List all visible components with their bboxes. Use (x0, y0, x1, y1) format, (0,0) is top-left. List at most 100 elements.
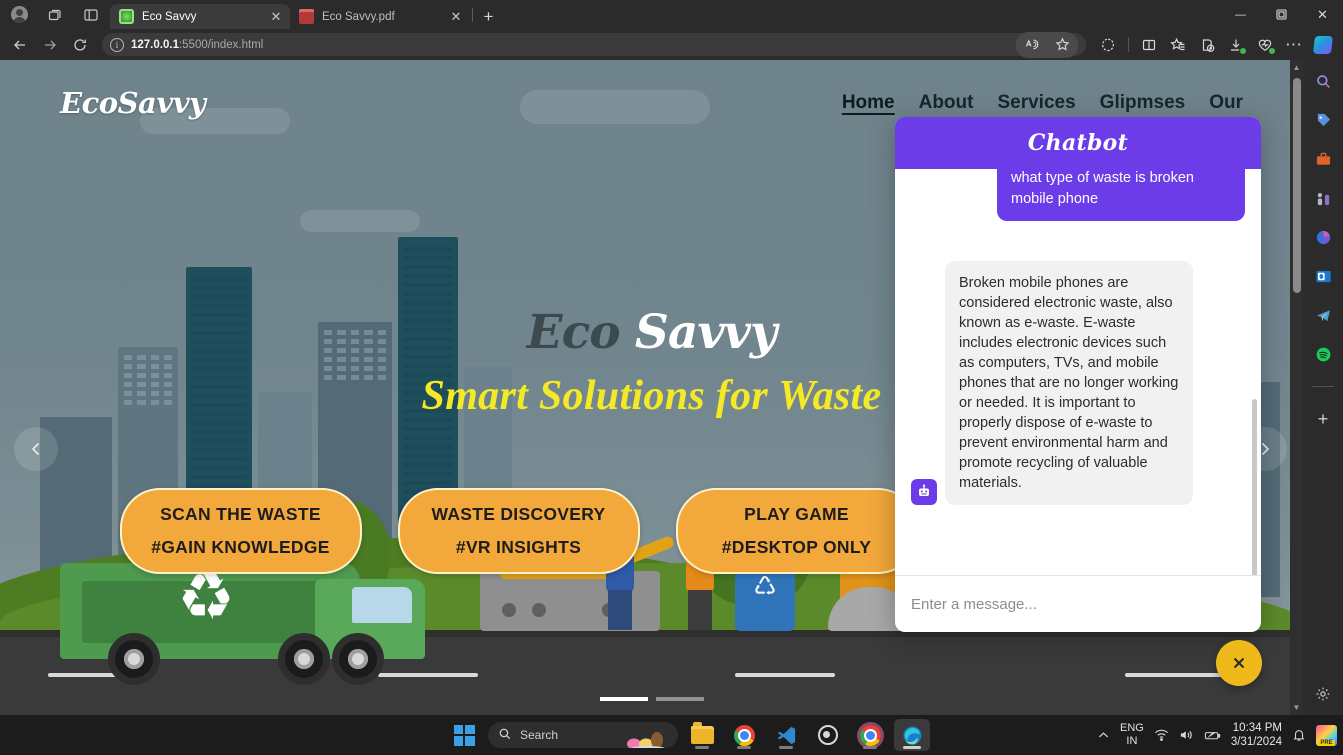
chatbot-title: Chatbot (1027, 130, 1129, 156)
language-secondary: IN (1126, 735, 1138, 747)
taskbar-app-google-chrome[interactable] (726, 719, 762, 751)
tools-briefcase-icon[interactable] (1312, 148, 1334, 170)
copilot-icon[interactable] (1309, 32, 1337, 58)
workspaces-icon[interactable] (40, 2, 70, 28)
read-aloud-icon[interactable] (1017, 32, 1047, 58)
minimize-button[interactable]: — (1220, 0, 1261, 29)
chevron-up-icon[interactable] (1097, 729, 1110, 742)
clock-time: 10:34 PM (1232, 722, 1282, 734)
collections-icon[interactable] (1193, 32, 1221, 58)
browser-tab[interactable]: Eco Savvy ✕ (110, 4, 290, 29)
scroll-up-arrow[interactable]: ▲ (1290, 60, 1303, 75)
close-window-button[interactable]: ✕ (1302, 0, 1343, 29)
tab-actions-icon[interactable] (76, 2, 106, 28)
forward-icon[interactable] (36, 32, 64, 58)
back-icon[interactable] (6, 32, 34, 58)
downloads-icon[interactable] (1222, 32, 1250, 58)
language-indicator[interactable]: ENG IN (1120, 722, 1144, 748)
site-info-icon[interactable]: i (110, 37, 124, 52)
profile-avatar-icon[interactable] (4, 2, 34, 28)
download-complete-badge (1239, 46, 1247, 55)
browser-tab[interactable]: Eco Savvy.pdf ✕ (290, 4, 470, 29)
taskbar-app-obs-studio[interactable] (810, 719, 846, 751)
chatbot-message-input[interactable]: Enter a message... (911, 596, 1037, 613)
search-placeholder: Search (520, 728, 559, 742)
wifi-icon[interactable] (1154, 728, 1169, 742)
battery-icon[interactable] (1204, 728, 1221, 742)
browser-toolbar: i 127.0.0.1:5500/index.html ⋯ (0, 29, 1343, 60)
pdf-file-icon (299, 9, 314, 24)
taskbar-search-box[interactable]: Search (488, 722, 678, 748)
site-logo[interactable]: EcoSavvy (60, 86, 206, 120)
maximize-button[interactable] (1261, 0, 1302, 29)
url-path: :5500/index.html (178, 38, 264, 51)
cta-subtitle: #GAIN KNOWLEDGE (151, 537, 330, 557)
titlebar-left-icons (0, 0, 110, 29)
windows-start-icon[interactable] (446, 719, 482, 751)
nav-link-glipmses[interactable]: Glipmses (1100, 92, 1186, 114)
scroll-down-arrow[interactable]: ▼ (1290, 700, 1303, 715)
clock[interactable]: 10:34 PM 3/31/2024 (1231, 721, 1282, 749)
close-icon[interactable]: ✕ (448, 9, 464, 25)
search-icon (498, 727, 512, 744)
taskbar-app-microsoft-edge[interactable] (894, 719, 930, 751)
chatbot-header: Chatbot (895, 117, 1261, 169)
pre-app-icon[interactable]: PRE (1316, 724, 1337, 746)
clock-date: 3/31/2024 (1230, 736, 1282, 748)
add-sidebar-app-icon[interactable]: + (1312, 408, 1334, 430)
chatbot-message-list[interactable]: what type of waste is broken mobile phon… (895, 169, 1261, 575)
nav-link-our[interactable]: Our (1209, 92, 1243, 114)
divider (472, 7, 473, 22)
telegram-icon[interactable] (1312, 304, 1334, 326)
nav-link-services[interactable]: Services (997, 92, 1075, 114)
shopping-tag-icon[interactable] (1312, 109, 1334, 131)
divider (1312, 386, 1334, 387)
favorite-star-icon[interactable] (1047, 32, 1077, 58)
settings-gear-icon[interactable] (1312, 683, 1334, 705)
chatbot-input-area[interactable]: Enter a message... (895, 575, 1261, 632)
volume-icon[interactable] (1179, 728, 1194, 742)
browser-titlebar: Eco Savvy ✕ Eco Savvy.pdf ✕ + — ✕ (0, 0, 1343, 29)
windows-taskbar: Search ENG IN 10:34 PM 3/31/2024 PRE (0, 715, 1343, 755)
outlook-icon[interactable] (1312, 265, 1334, 287)
spotify-icon[interactable] (1312, 343, 1334, 365)
carousel-indicator-1[interactable] (599, 697, 648, 701)
bell-icon[interactable] (1292, 728, 1306, 742)
hero-title-part1: Eco (526, 305, 621, 360)
taskbar-app-file-explorer[interactable] (684, 719, 720, 751)
nav-link-home[interactable]: Home (842, 92, 895, 114)
carousel-prev-button[interactable] (14, 427, 58, 471)
address-bar-actions (1016, 31, 1078, 58)
cta-scan-the-waste[interactable]: SCAN THE WASTE #GAIN KNOWLEDGE (119, 488, 362, 574)
url-host: 127.0.0.1 (131, 38, 179, 51)
cta-play-game[interactable]: PLAY GAME #DESKTOP ONLY (675, 488, 918, 574)
microsoft-365-icon[interactable] (1312, 226, 1334, 248)
chat-message-bot-row: Broken mobile phones are considered elec… (911, 261, 1245, 505)
address-bar[interactable]: i 127.0.0.1:5500/index.html (102, 31, 1086, 58)
nav-link-about[interactable]: About (919, 92, 974, 114)
more-options-icon[interactable]: ⋯ (1280, 32, 1308, 58)
close-icon[interactable]: ✕ (268, 9, 284, 25)
taskbar-center-group: Search (446, 719, 930, 751)
refresh-icon[interactable] (66, 32, 94, 58)
copilot-shopping-icon[interactable] (1094, 32, 1122, 58)
scrollbar-thumb[interactable] (1293, 78, 1301, 293)
recycle-icon: ♺ (753, 571, 777, 601)
new-tab-button[interactable]: + (475, 4, 502, 29)
eco-leaf-icon (119, 9, 134, 24)
taskbar-app-visual-studio-code[interactable] (768, 719, 804, 751)
page-scrollbar[interactable]: ▲ ▼ (1290, 60, 1303, 715)
split-screen-icon[interactable] (1135, 32, 1163, 58)
browser-essentials-icon[interactable] (1251, 32, 1279, 58)
chat-message-bot: Broken mobile phones are considered elec… (945, 261, 1193, 505)
chatbot-scrollbar[interactable] (1252, 399, 1257, 575)
taskbar-app-google-chrome-2[interactable] (852, 719, 888, 751)
tab-title: Eco Savvy.pdf (322, 10, 395, 23)
games-icon[interactable] (1312, 187, 1334, 209)
chatbot-close-button[interactable] (1216, 640, 1262, 686)
search-icon[interactable] (1312, 70, 1334, 92)
robot-icon (911, 479, 937, 505)
carousel-indicator-2[interactable] (655, 697, 704, 701)
cta-waste-discovery[interactable]: WASTE DISCOVERY #VR INSIGHTS (397, 488, 640, 574)
favorites-icon[interactable] (1164, 32, 1192, 58)
